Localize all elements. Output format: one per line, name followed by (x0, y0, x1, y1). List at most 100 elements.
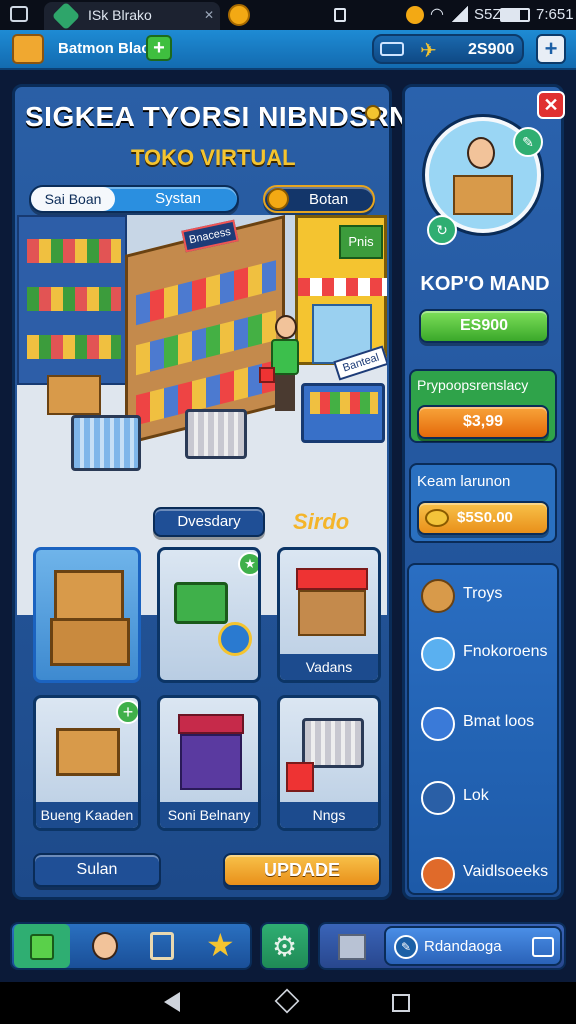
market-stall-icon (298, 590, 366, 636)
gem-icon (380, 42, 404, 56)
rdandaoga-button[interactable]: ✎ Rdandaoga (384, 926, 562, 966)
section-tag: Sirdo (293, 509, 350, 534)
card-label: Bueng Kaaden (36, 802, 138, 828)
gear-icon[interactable]: ⚙ (272, 930, 297, 963)
close-button[interactable]: ✕ (537, 91, 565, 119)
display-counter[interactable] (301, 383, 385, 443)
section-button[interactable]: Dvesdary (153, 507, 265, 537)
info-icon[interactable] (365, 105, 381, 121)
wallet-icon (10, 6, 28, 22)
tab-title: ISk Blrako (88, 7, 152, 23)
gem-icon (421, 707, 455, 741)
currency-chip: ✈ 2S900 (372, 34, 524, 64)
signal-icon (452, 6, 468, 22)
rdandaoga-label: Rdandaoga (424, 938, 502, 955)
recents-icon[interactable] (392, 994, 410, 1012)
shopper-character[interactable] (259, 315, 303, 413)
avatar-icon[interactable] (92, 932, 118, 960)
shopping-bag-icon (30, 934, 54, 960)
game-title: SIGKEA TYORSI NIBNDSRNL (25, 101, 428, 132)
profile-name: Batmon Blace (58, 40, 159, 57)
plane-icon: ✈ (420, 40, 437, 62)
item-card-soni-belnany[interactable]: Soni Belnany (157, 695, 261, 831)
star-badge-icon: ★ (238, 552, 258, 576)
shopping-cart-icon[interactable] (71, 415, 141, 471)
coin-stack-icon (425, 509, 449, 527)
tab-systan[interactable]: Systan (123, 187, 233, 211)
tab-sai-boan[interactable]: Sai Boan (31, 187, 115, 211)
menu-item-bmat-loos[interactable]: Bmat loos (419, 701, 559, 745)
coin-button[interactable]: Botan (263, 185, 375, 213)
cart-icon (302, 718, 364, 768)
status-bar: ISk Blrako ✕ ◠ S5Z 7:651 (0, 0, 576, 31)
item-card-boxes[interactable] (33, 547, 141, 683)
frame-icon[interactable] (150, 932, 174, 960)
browser-tab[interactable]: ISk Blrako ✕ (44, 1, 220, 31)
offer-price-button[interactable]: $3,99 (417, 405, 549, 439)
sulan-button[interactable]: Sulan (33, 853, 161, 887)
bottom-nav-left: ★ (10, 922, 252, 970)
update-button[interactable]: UPDADE (223, 853, 381, 887)
card-label (36, 654, 138, 680)
edit-icon: ✎ (394, 935, 418, 959)
right-panel: ✕ ✎ ↻ KOP'O MAND ES900 Prypoopsrenslacy … (402, 84, 565, 900)
coin-icon (267, 188, 289, 210)
briefcase-icon (532, 937, 554, 957)
gauge-icon (218, 622, 252, 656)
cart-icon (174, 582, 228, 624)
shopping-cart-icon[interactable] (185, 409, 247, 459)
bonus-value-button[interactable]: $5S0.00 (417, 501, 549, 535)
menu-label: Vaidlsoeeks (463, 863, 549, 880)
produce-crate (47, 375, 101, 415)
menu-item-lok[interactable]: Lok (419, 775, 559, 819)
card-label: Nngs (280, 802, 378, 828)
phone-icon (421, 781, 455, 815)
menu-item-vaidlsoeeks[interactable]: Vaidlsoeeks (419, 851, 559, 895)
item-card-cart[interactable]: ★ (157, 547, 261, 683)
close-tab-icon[interactable]: ✕ (204, 8, 214, 22)
currency-value: 2S900 (468, 41, 515, 58)
nav-home-button[interactable] (14, 924, 70, 968)
bottom-nav-right: ✎ Rdandaoga (318, 922, 566, 970)
wifi-icon: ◠ (430, 6, 444, 23)
offer-title: Prypoopsrenslacy (417, 377, 529, 393)
system-nav-bar (0, 982, 576, 1024)
shop-box-icon[interactable] (12, 34, 44, 64)
side-menu: Troys Fnokoroens Bmat loos Lok Vaidlsoee… (407, 563, 559, 895)
menu-item-troys[interactable]: Troys (419, 573, 559, 617)
app-logo-icon (51, 1, 81, 31)
clock: 7:651 (536, 6, 574, 23)
bag-icon (286, 762, 314, 792)
add-friend-button[interactable]: + (146, 35, 172, 61)
star-icon[interactable]: ★ (206, 926, 235, 964)
gold-coin-icon (228, 4, 250, 26)
house-icon[interactable] (338, 934, 366, 960)
menu-item-fnokoroens[interactable]: Fnokoroens (419, 631, 559, 675)
battery-icon (500, 8, 530, 22)
home-icon[interactable] (274, 988, 300, 1014)
item-card-bueng-kaaden[interactable]: + Bueng Kaaden (33, 695, 141, 831)
sim-icon (334, 8, 346, 22)
refresh-badge-icon[interactable]: ↻ (427, 215, 457, 245)
bonus-box: Keam larunon $5S0.00 (409, 463, 557, 543)
green-value-button[interactable]: ES900 (419, 309, 549, 343)
kiosk-icon (178, 714, 244, 734)
card-label (160, 654, 258, 680)
left-shelf (17, 215, 127, 385)
add-currency-button[interactable]: + (536, 34, 566, 64)
boxes-icon (54, 570, 124, 622)
card-label: Vadans (280, 654, 378, 680)
menu-label: Bmat loos (463, 713, 535, 730)
item-card-nngs[interactable]: Nngs (277, 695, 381, 831)
player-name: KOP'O MAND (420, 273, 550, 295)
edit-badge-icon[interactable]: ✎ (513, 127, 543, 157)
top-bar: Batmon Blace + ✈ 2S900 + (0, 30, 576, 70)
add-badge-icon: + (116, 700, 138, 724)
bonus-value: $5S0.00 (457, 509, 513, 526)
item-card-vadans[interactable]: Vadans (277, 547, 381, 683)
square-icon (421, 637, 455, 671)
bonus-title: Keam larunon (417, 473, 511, 490)
back-icon[interactable] (164, 992, 180, 1012)
market-stall-icon (296, 568, 368, 590)
coin-notification-icon (406, 6, 424, 24)
